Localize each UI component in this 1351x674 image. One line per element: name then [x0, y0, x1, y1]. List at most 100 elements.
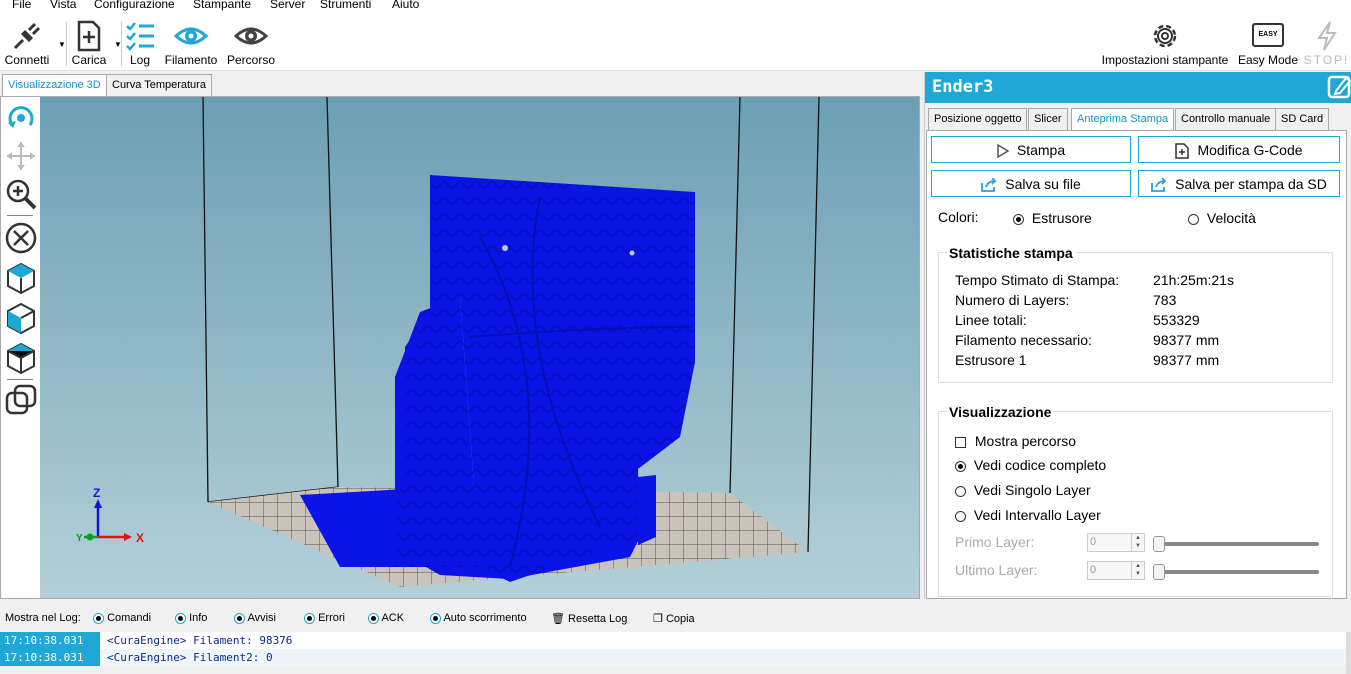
last-layer-slider-handle[interactable] [1153, 564, 1165, 580]
load-button[interactable]: Carica [68, 14, 110, 70]
log-message: <CuraEngine> Filament: 98376 [107, 634, 293, 647]
checklist-icon [126, 22, 154, 51]
eye-icon [234, 27, 268, 45]
toggle-icon [234, 612, 245, 624]
menu-printer[interactable]: Stampante [193, 0, 251, 11]
export-icon [981, 177, 997, 193]
zoom-icon[interactable] [4, 177, 38, 211]
menu-help[interactable]: Aiuto [392, 0, 419, 11]
stat-label: Filamento necessario: [955, 332, 1092, 348]
log-ack-toggle[interactable]: ACK [368, 612, 404, 624]
top-view-icon[interactable] [4, 341, 38, 375]
menu-file[interactable]: File [12, 0, 31, 11]
log-autoscroll-toggle[interactable]: Auto scorrimento [430, 612, 527, 624]
tab-object-position[interactable]: Posizione oggetto [928, 108, 1028, 130]
log-warnings-toggle[interactable]: Avvisi [234, 612, 276, 624]
log-info-toggle[interactable]: Info [175, 612, 207, 624]
spinner-arrows-icon[interactable]: ▲ ▼ [1131, 534, 1144, 551]
connect-button[interactable]: Connetti [2, 14, 52, 70]
radio-icon[interactable] [955, 460, 966, 472]
menu-tools[interactable]: Strumenti [320, 0, 371, 11]
log-row: 17:10:38.031 <CuraEngine> Filament2: 0 [0, 649, 1351, 666]
last-layer-slider[interactable] [1153, 570, 1319, 574]
tab-temperature-curve[interactable]: Curva Temperatura [106, 74, 212, 96]
radio-icon[interactable] [955, 485, 966, 497]
stop-button[interactable]: STOP! [1302, 14, 1351, 70]
menu-configuration[interactable]: Configurazione [94, 0, 175, 11]
tool-divider [7, 215, 33, 216]
z-axis-label: Z [93, 486, 100, 500]
color-extruder-option[interactable]: Estrusore [1013, 210, 1092, 226]
easy-mode-button[interactable]: EASY Easy Mode [1236, 14, 1300, 70]
tab-3d-view[interactable]: Visualizzazione 3D [2, 74, 107, 97]
add-file-icon [77, 20, 101, 52]
rotate-icon[interactable] [4, 101, 38, 135]
stat-value: 553329 [1153, 312, 1200, 328]
reset-log-button[interactable]: 🗑 Resetta Log [551, 612, 627, 625]
filament-button[interactable]: Filamento [160, 14, 222, 70]
move-icon[interactable] [4, 139, 38, 173]
front-view-icon[interactable] [4, 301, 38, 335]
first-layer-spinner[interactable]: 0 ▲ ▼ [1087, 533, 1145, 552]
add-file-icon [1175, 143, 1190, 160]
single-layer-option[interactable]: Vedi Singolo Layer [955, 482, 1091, 498]
log-scrollbar[interactable] [1346, 632, 1351, 674]
stat-label: Linee totali: [955, 312, 1027, 328]
first-layer-slider-handle[interactable] [1153, 536, 1165, 552]
stat-value: 783 [1153, 292, 1177, 308]
color-speed-option[interactable]: Velocità [1188, 210, 1256, 226]
menu-view[interactable]: Vista [50, 0, 76, 11]
fit-view-icon[interactable] [4, 221, 38, 255]
edit-gcode-button[interactable]: Modifica G-Code [1138, 136, 1340, 163]
log-commands-toggle[interactable]: Comandi [93, 612, 151, 624]
path-button[interactable]: Percorso [224, 14, 278, 70]
layer-range-option[interactable]: Vedi Intervallo Layer [955, 507, 1101, 523]
lightning-icon [1316, 21, 1337, 51]
stat-value: 21h:25m:21s [1153, 272, 1234, 288]
radio-icon[interactable] [955, 510, 966, 522]
stat-value: 98377 mm [1153, 332, 1220, 348]
printer-name: Ender3 [932, 77, 994, 97]
3d-scene: Z X Y [76, 97, 820, 587]
x-axis-label: X [136, 531, 144, 545]
view-toolbar [1, 97, 39, 597]
iso-view-icon[interactable] [4, 261, 38, 295]
log-errors-toggle[interactable]: Errori [304, 612, 345, 624]
tab-manual-control[interactable]: Controllo manuale [1175, 108, 1277, 130]
full-code-option[interactable]: Vedi codice completo [955, 457, 1106, 473]
tab-slicer[interactable]: Slicer [1028, 108, 1068, 130]
log-row: 17:10:38.031 <CuraEngine> Filament: 9837… [0, 632, 1351, 649]
toolbar-divider [66, 22, 67, 66]
show-path-option[interactable]: Mostra percorso [955, 433, 1076, 449]
radio-icon[interactable] [1013, 213, 1024, 225]
save-file-button[interactable]: Salva su file [931, 170, 1131, 197]
toggle-icon [175, 612, 186, 624]
checkbox-icon[interactable] [955, 436, 966, 448]
tab-sd-card[interactable]: SD Card [1275, 108, 1330, 130]
last-layer-spinner[interactable]: 0 ▲ ▼ [1087, 561, 1145, 580]
edit-icon[interactable] [1326, 74, 1351, 100]
stat-label: Numero di Layers: [955, 292, 1070, 308]
visualization-title: Visualizzazione [947, 404, 1054, 420]
first-layer-slider[interactable] [1153, 542, 1319, 546]
print-button[interactable]: Stampa [931, 136, 1131, 163]
printer-settings-button[interactable]: Impostazioni stampante [1100, 14, 1230, 70]
eye-icon [174, 27, 208, 45]
log-filter-label: Mostra nel Log: [5, 612, 81, 624]
menu-server[interactable]: Server [270, 0, 305, 11]
gear-icon [1153, 24, 1177, 48]
save-sd-button[interactable]: Salva per stampa da SD [1138, 170, 1340, 197]
spinner-arrows-icon[interactable]: ▲ ▼ [1131, 562, 1144, 579]
log-button[interactable]: Log [122, 14, 158, 70]
toggle-icon [430, 612, 441, 624]
panel-tabs: Posizione oggetto Slicer Anteprima Stamp… [927, 108, 1347, 131]
connect-dropdown-icon[interactable]: ▼ [58, 40, 66, 49]
menu-bar: File Vista Configurazione Stampante Serv… [0, 0, 1351, 14]
tab-print-preview[interactable]: Anteprima Stampa [1071, 108, 1175, 131]
radio-icon[interactable] [1188, 213, 1199, 225]
copy-icon: ❐ [653, 613, 663, 625]
copy-log-button[interactable]: ❐ Copia [653, 612, 695, 625]
plug-icon [13, 22, 41, 50]
3d-viewport[interactable]: Z X Y [40, 97, 919, 598]
duplicate-view-icon[interactable] [4, 383, 38, 417]
